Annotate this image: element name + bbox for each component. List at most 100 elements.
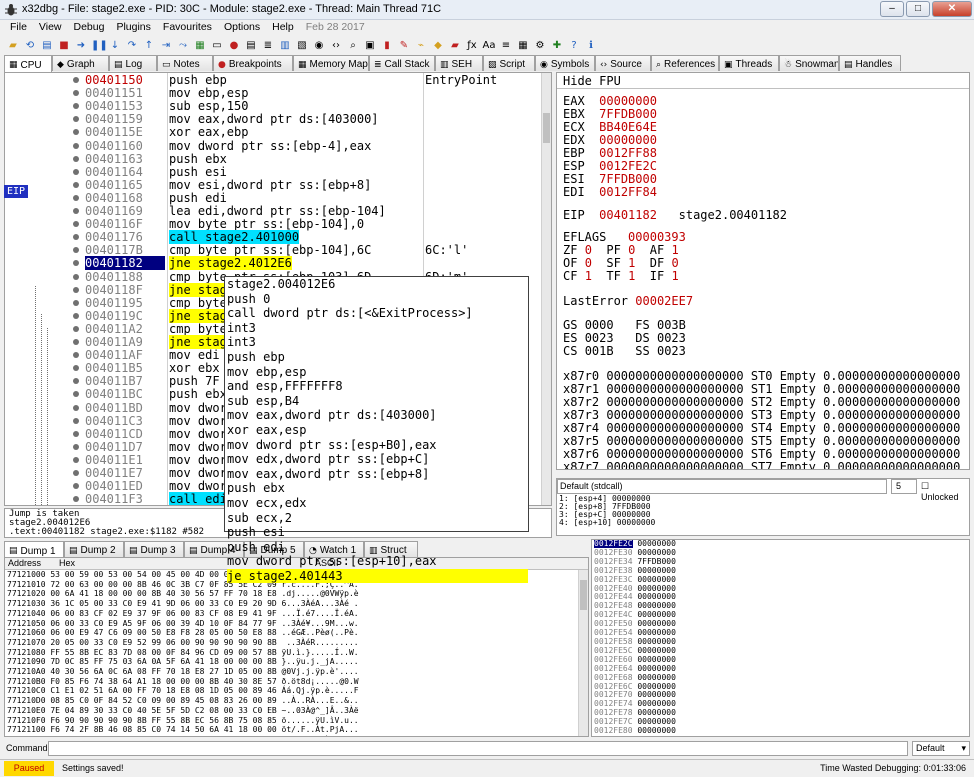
breakpoint-dot[interactable] bbox=[73, 181, 79, 188]
disasm-row[interactable]: 00401176 call stage2.401000 bbox=[5, 230, 551, 245]
breakpoint-dot[interactable] bbox=[73, 391, 79, 398]
disasm-row[interactable]: 00401153 sub esp,150 bbox=[5, 99, 551, 113]
breakpoint-dot[interactable] bbox=[73, 470, 79, 476]
trace-icon[interactable]: ⤳ bbox=[176, 39, 190, 52]
disasm-row[interactable]: 00401169 lea edi,dword ptr ss:[ebp-104] bbox=[5, 204, 551, 218]
symbols-icon[interactable]: ◉ bbox=[312, 39, 326, 52]
breakpoint-dot[interactable] bbox=[73, 378, 79, 385]
about-icon[interactable]: ℹ bbox=[584, 39, 598, 52]
disasm-row[interactable]: 00401160 mov dword ptr ss:[ebp-4],eax bbox=[5, 139, 551, 153]
menu-favourites[interactable]: Favourites bbox=[157, 20, 218, 36]
step-into-icon[interactable]: ↓ bbox=[108, 39, 122, 52]
segment-row[interactable]: CS 001B SS 0023 bbox=[563, 345, 686, 358]
dump-scrollbar[interactable] bbox=[578, 570, 588, 736]
tab-snowman[interactable]: ☃ Snowman bbox=[779, 55, 839, 71]
pause-icon[interactable]: ❚❚ bbox=[91, 39, 108, 52]
command-input[interactable] bbox=[48, 741, 908, 756]
tab-call-stack[interactable]: ≣ Call Stack bbox=[369, 55, 435, 71]
register-row[interactable]: EDI 0012FF84 bbox=[563, 186, 657, 199]
breakpoint-dot[interactable] bbox=[73, 208, 79, 214]
run-icon[interactable]: ➜ bbox=[74, 39, 88, 52]
menu-options[interactable]: Options bbox=[218, 20, 266, 36]
menu-view[interactable]: View bbox=[33, 20, 68, 36]
tab-source[interactable]: ‹› Source bbox=[595, 55, 651, 71]
breakpoint-dot[interactable] bbox=[73, 77, 79, 83]
mem-map-icon[interactable]: ▤ bbox=[244, 39, 258, 52]
breakpoint-dot[interactable] bbox=[73, 155, 79, 162]
tab-graph[interactable]: ◆ Graph bbox=[52, 55, 109, 71]
fpu-row[interactable]: x87r7 0000000000000000000 ST7 Empty 0.00… bbox=[563, 461, 960, 470]
hide-fpu-button[interactable]: Hide FPU bbox=[557, 73, 969, 89]
tab-notes[interactable]: ▭ Notes bbox=[157, 55, 213, 71]
plugin-icon[interactable]: ✚ bbox=[550, 39, 564, 52]
help-icon[interactable]: ? bbox=[567, 39, 581, 52]
tab-threads[interactable]: ▣ Threads bbox=[719, 55, 779, 71]
breakpoint-dot[interactable] bbox=[73, 404, 79, 411]
tab-dump-2[interactable]: ▤ Dump 2 bbox=[64, 541, 124, 557]
tab-seh[interactable]: ▥ SEH bbox=[435, 55, 483, 71]
breakpoint-dot[interactable] bbox=[73, 483, 79, 490]
eip-register[interactable]: EIP 00401182 stage2.00401182 bbox=[563, 209, 787, 222]
breakpoint-dot[interactable] bbox=[73, 129, 79, 136]
menu-file[interactable]: File bbox=[4, 20, 33, 36]
font-icon[interactable]: Aa bbox=[482, 39, 496, 52]
disasm-row[interactable]: 0040117B cmp byte ptr ss:[ebp-104],6C 6C:'… bbox=[5, 243, 551, 257]
menu-debug[interactable]: Debug bbox=[68, 20, 111, 36]
memory-icon[interactable]: ▦ bbox=[193, 39, 207, 52]
function-icon[interactable]: ▰ bbox=[448, 39, 462, 52]
breakpoint-dot[interactable] bbox=[73, 194, 79, 201]
tab-handles[interactable]: ▤ Handles bbox=[839, 55, 901, 71]
stack-row[interactable]: 0012FE80 00000000 bbox=[594, 726, 969, 736]
breakpoint-dot[interactable] bbox=[73, 417, 79, 424]
open-icon[interactable]: ▰ bbox=[6, 39, 20, 52]
breakpoint-dot[interactable] bbox=[73, 443, 79, 450]
step-out-icon[interactable]: ↑ bbox=[142, 39, 156, 52]
menu-plugins[interactable]: Plugins bbox=[110, 20, 156, 36]
tab-script[interactable]: ▧ Script bbox=[483, 55, 535, 71]
strings-icon[interactable]: ≡ bbox=[499, 39, 513, 52]
settings-icon[interactable]: ⚙ bbox=[533, 39, 547, 52]
breakpoint-dot[interactable] bbox=[73, 142, 79, 149]
minimize-button[interactable]: – bbox=[880, 1, 904, 17]
label-icon[interactable]: ⌁ bbox=[414, 39, 428, 52]
patch-icon[interactable]: ▮ bbox=[380, 39, 394, 52]
tab-breakpoints[interactable]: ● Breakpoints bbox=[213, 55, 293, 71]
arg-count-input[interactable]: 5 bbox=[891, 479, 917, 494]
breakpoint-dot[interactable] bbox=[73, 339, 79, 345]
close-file-icon[interactable]: ▤ bbox=[40, 39, 54, 52]
breakpoint-dot[interactable] bbox=[73, 273, 79, 280]
disasm-row[interactable]: 00401163 push ebx bbox=[5, 152, 551, 166]
restart-icon[interactable]: ⟲ bbox=[23, 39, 37, 52]
breakpoint-dot[interactable] bbox=[73, 221, 79, 228]
disasm-row[interactable]: 00401159 mov eax,dword ptr ds:[403000] bbox=[5, 112, 551, 126]
run-to-user-icon[interactable]: ⇥ bbox=[159, 39, 173, 52]
maximize-button[interactable]: □ bbox=[906, 1, 930, 17]
breakpoint-dot[interactable] bbox=[73, 247, 79, 254]
disasm-row[interactable]: 0040115E xor eax,ebp bbox=[5, 125, 551, 139]
breakpoint-dot[interactable] bbox=[73, 234, 79, 241]
breakpoint-icon[interactable]: ● bbox=[227, 39, 241, 52]
breakpoint-dot[interactable] bbox=[73, 325, 79, 332]
flag-row[interactable]: CF 1 TF 1 IF 1 bbox=[563, 270, 679, 283]
references-icon[interactable]: ⌕ bbox=[346, 39, 360, 52]
fx-icon[interactable]: ƒx bbox=[465, 39, 479, 52]
threads-icon[interactable]: ▣ bbox=[363, 39, 377, 52]
registers-view[interactable]: Hide FPU EAX 00000000 EBX 7FFDB000 ECX BB4… bbox=[556, 72, 970, 470]
menu-help[interactable]: Help bbox=[266, 20, 300, 36]
disasm-row[interactable]: 00401151 mov ebp,esp bbox=[5, 86, 551, 100]
breakpoint-dot[interactable] bbox=[73, 312, 79, 319]
script-icon[interactable]: ▧ bbox=[295, 39, 309, 52]
seh-icon[interactable]: ▥ bbox=[278, 39, 292, 52]
unlocked-checkbox[interactable]: ☐ Unlocked bbox=[921, 481, 969, 502]
breakpoint-dot[interactable] bbox=[73, 260, 79, 267]
close-button[interactable]: ✕ bbox=[932, 1, 972, 17]
bookmark-icon[interactable]: ◆ bbox=[431, 39, 445, 52]
tab-references[interactable]: ⌕ References bbox=[651, 55, 719, 71]
step-over-icon[interactable]: ↷ bbox=[125, 39, 139, 52]
breakpoint-dot[interactable] bbox=[73, 456, 79, 463]
disasm-row[interactable]: 00401150 push ebp EntryPoint bbox=[5, 73, 551, 87]
last-error[interactable]: LastError 00002EE7 bbox=[563, 295, 693, 308]
tab-cpu[interactable]: ▦ CPU bbox=[4, 55, 52, 72]
call-stack-icon[interactable]: ≣ bbox=[261, 39, 275, 52]
breakpoint-dot[interactable] bbox=[73, 103, 79, 110]
